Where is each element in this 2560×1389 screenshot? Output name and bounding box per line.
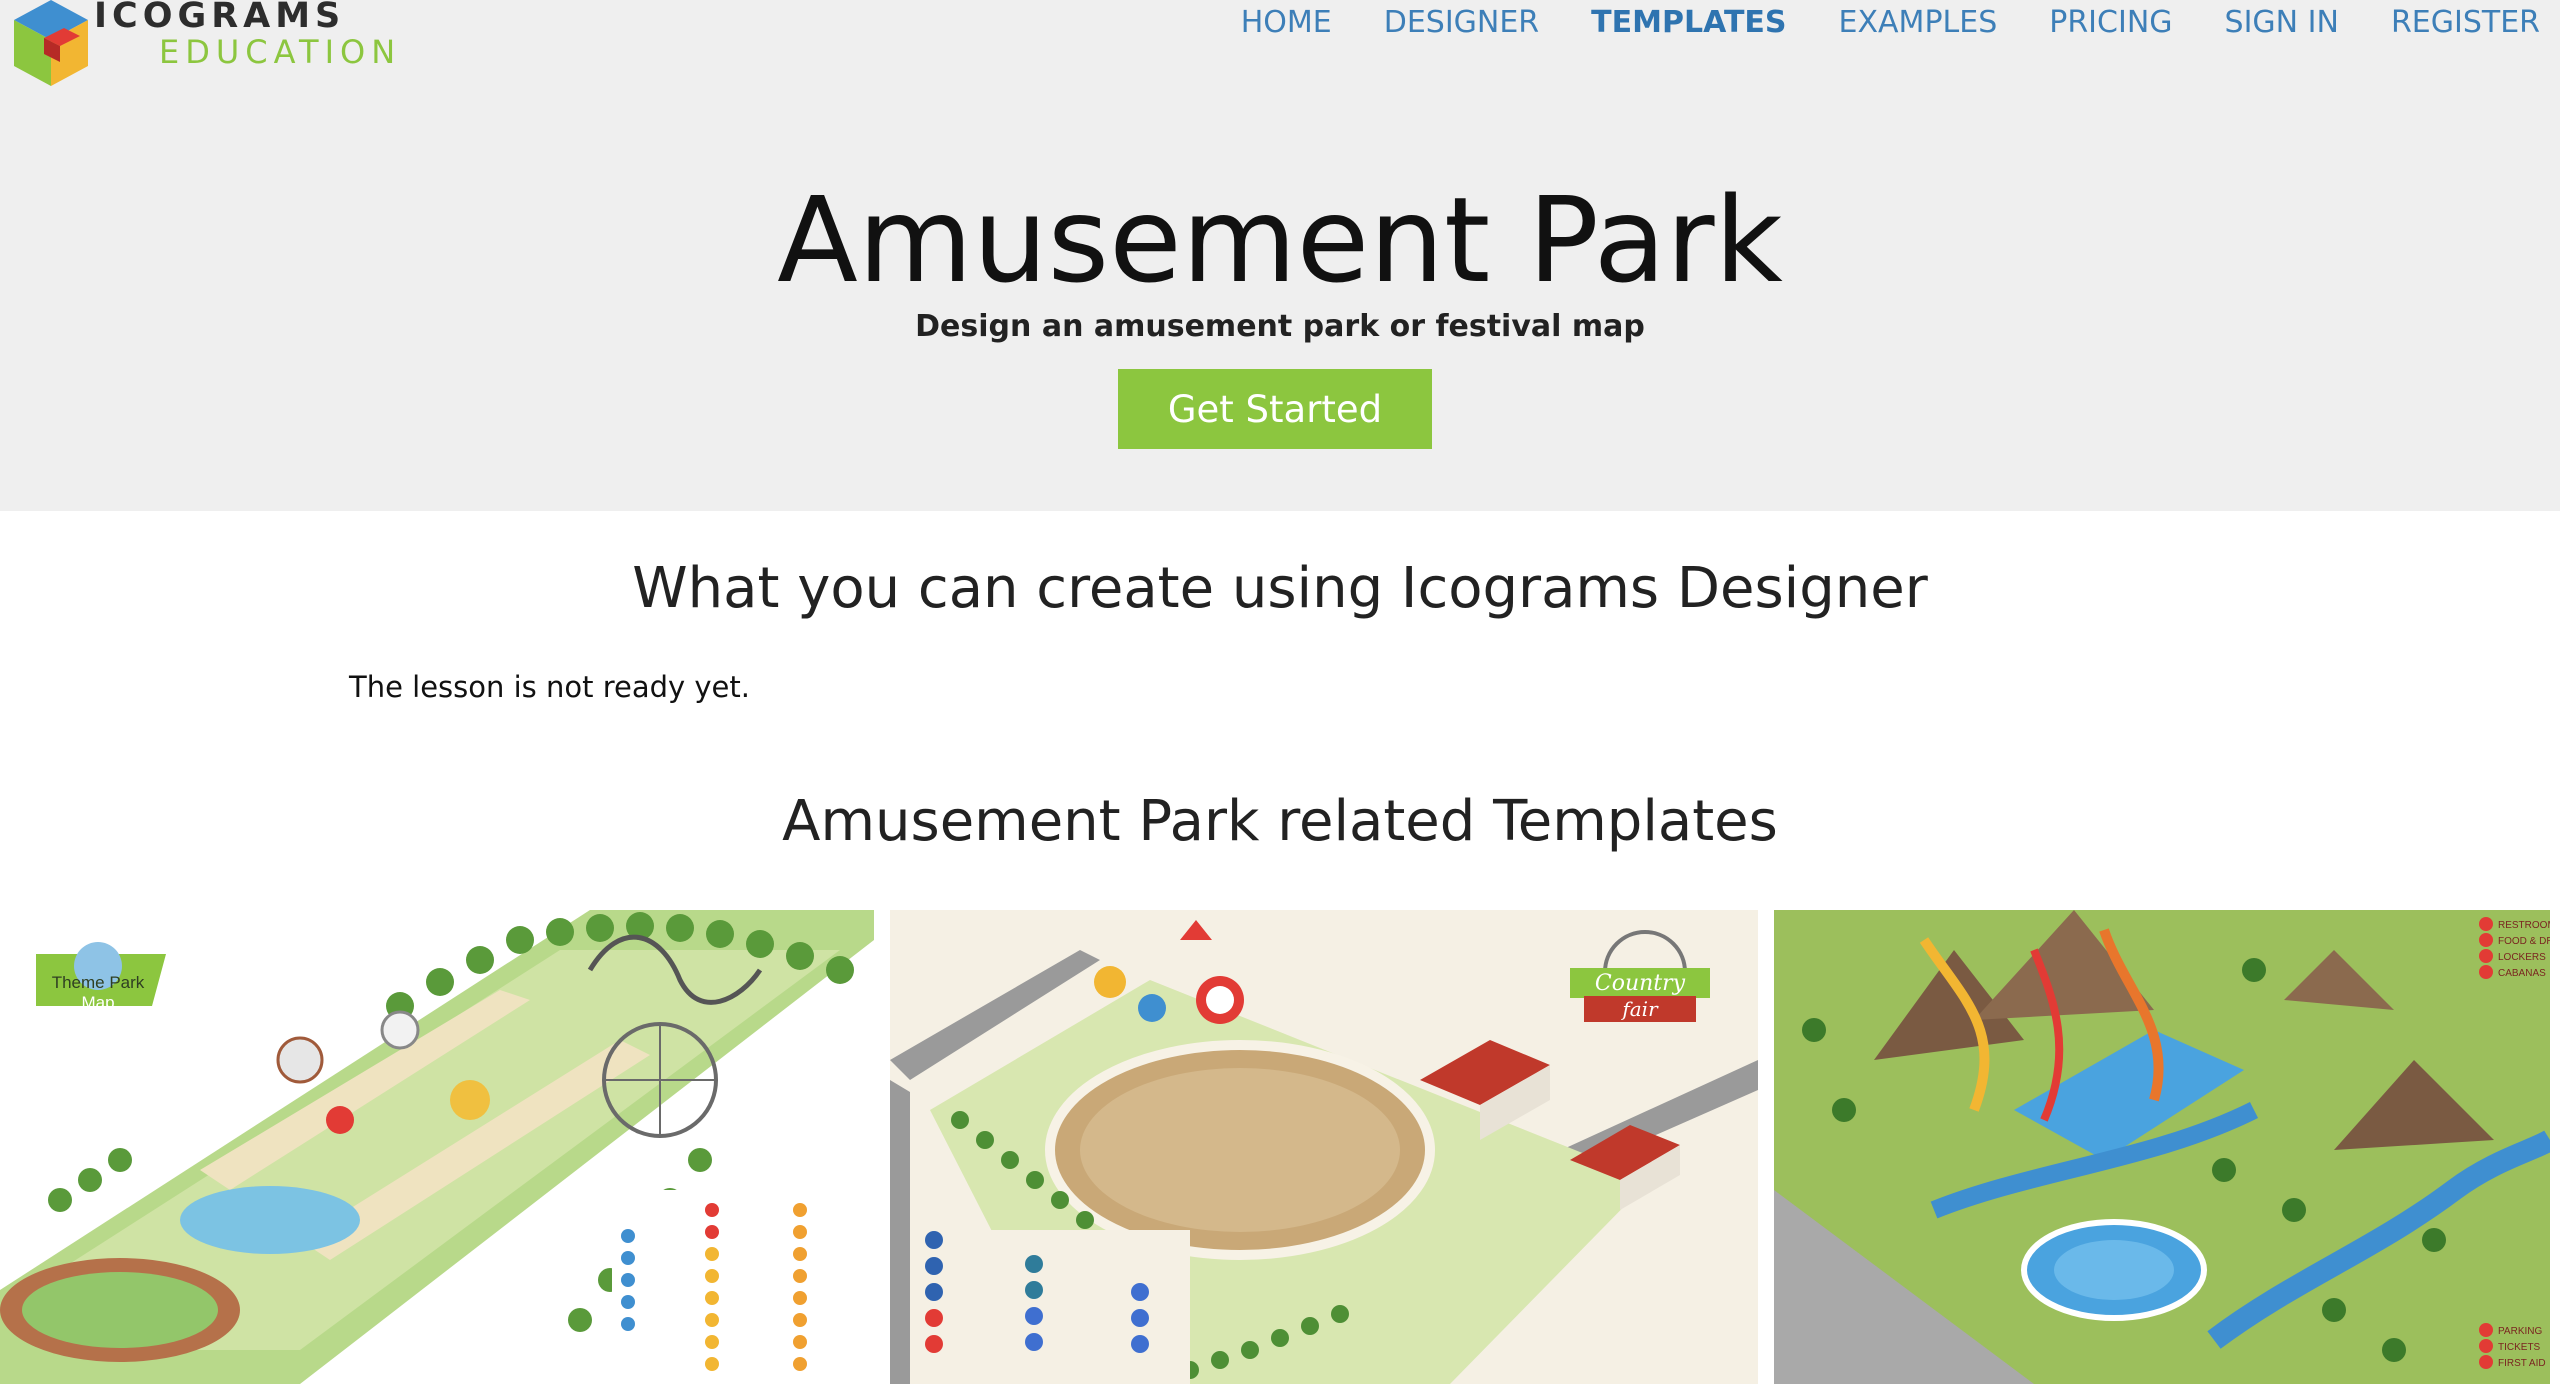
nav-designer[interactable]: DESIGNER — [1384, 0, 1539, 46]
country-fair-badge-line1: Country — [1595, 971, 1686, 996]
water-park-legend-tickets: TICKETS — [2498, 1342, 2541, 1353]
water-park-legend-first-aid: FIRST AID — [2498, 1358, 2546, 1369]
water-park-legend-food: FOOD & DRINKS — [2498, 936, 2550, 947]
main-nav: HOME DESIGNER TEMPLATES EXAMPLES PRICING… — [1241, 0, 2540, 46]
brand-subtitle: EDUCATION — [159, 33, 402, 71]
template-card-country-fair[interactable]: Country fair — [890, 910, 1758, 1384]
water-park-legend-lockers: LOCKERS — [2498, 952, 2546, 963]
lesson-status-text: The lesson is not ready yet. — [349, 670, 750, 704]
theme-park-badge-line1: Theme Park — [52, 973, 145, 992]
hero-section: ICOGRAMS EDUCATION HOME DESIGNER TEMPLAT… — [0, 0, 2560, 511]
country-fair-map-thumbnail: Country fair — [890, 910, 1758, 1384]
nav-home[interactable]: HOME — [1241, 0, 1332, 46]
water-park-legend-parking: PARKING — [2498, 1326, 2542, 1337]
country-fair-badge-line2: fair — [1620, 997, 1659, 1021]
brand-name: ICOGRAMS — [94, 0, 346, 36]
page-title: Amusement Park — [777, 171, 1783, 309]
create-heading: What you can create using Icograms Desig… — [632, 556, 1928, 621]
page-subtitle: Design an amusement park or festival map — [915, 309, 1645, 344]
theme-park-badge-line2: Map — [81, 993, 114, 1012]
cube-logo-icon — [14, 0, 88, 86]
nav-templates[interactable]: TEMPLATES — [1591, 0, 1786, 46]
templates-heading: Amusement Park related Templates — [782, 789, 1778, 854]
theme-park-map-thumbnail: Theme Park Map — [0, 910, 874, 1384]
water-park-legend-cabanas: CABANAS — [2498, 968, 2546, 979]
nav-pricing[interactable]: PRICING — [2049, 0, 2172, 46]
water-park-legend-restrooms: RESTROOMS — [2498, 920, 2550, 931]
get-started-button[interactable]: Get Started — [1118, 369, 1432, 449]
icograms-logo[interactable]: ICOGRAMS EDUCATION — [14, 0, 414, 92]
template-card-water-park[interactable]: RESTROOMS FOOD & DRINKS LOCKERS CABANAS … — [1774, 910, 2550, 1384]
template-card-theme-park[interactable]: Theme Park Map — [0, 910, 874, 1384]
nav-sign-in[interactable]: SIGN IN — [2225, 0, 2339, 46]
nav-register[interactable]: REGISTER — [2391, 0, 2540, 46]
water-park-map-thumbnail: RESTROOMS FOOD & DRINKS LOCKERS CABANAS … — [1774, 910, 2550, 1384]
nav-examples[interactable]: EXAMPLES — [1839, 0, 1998, 46]
